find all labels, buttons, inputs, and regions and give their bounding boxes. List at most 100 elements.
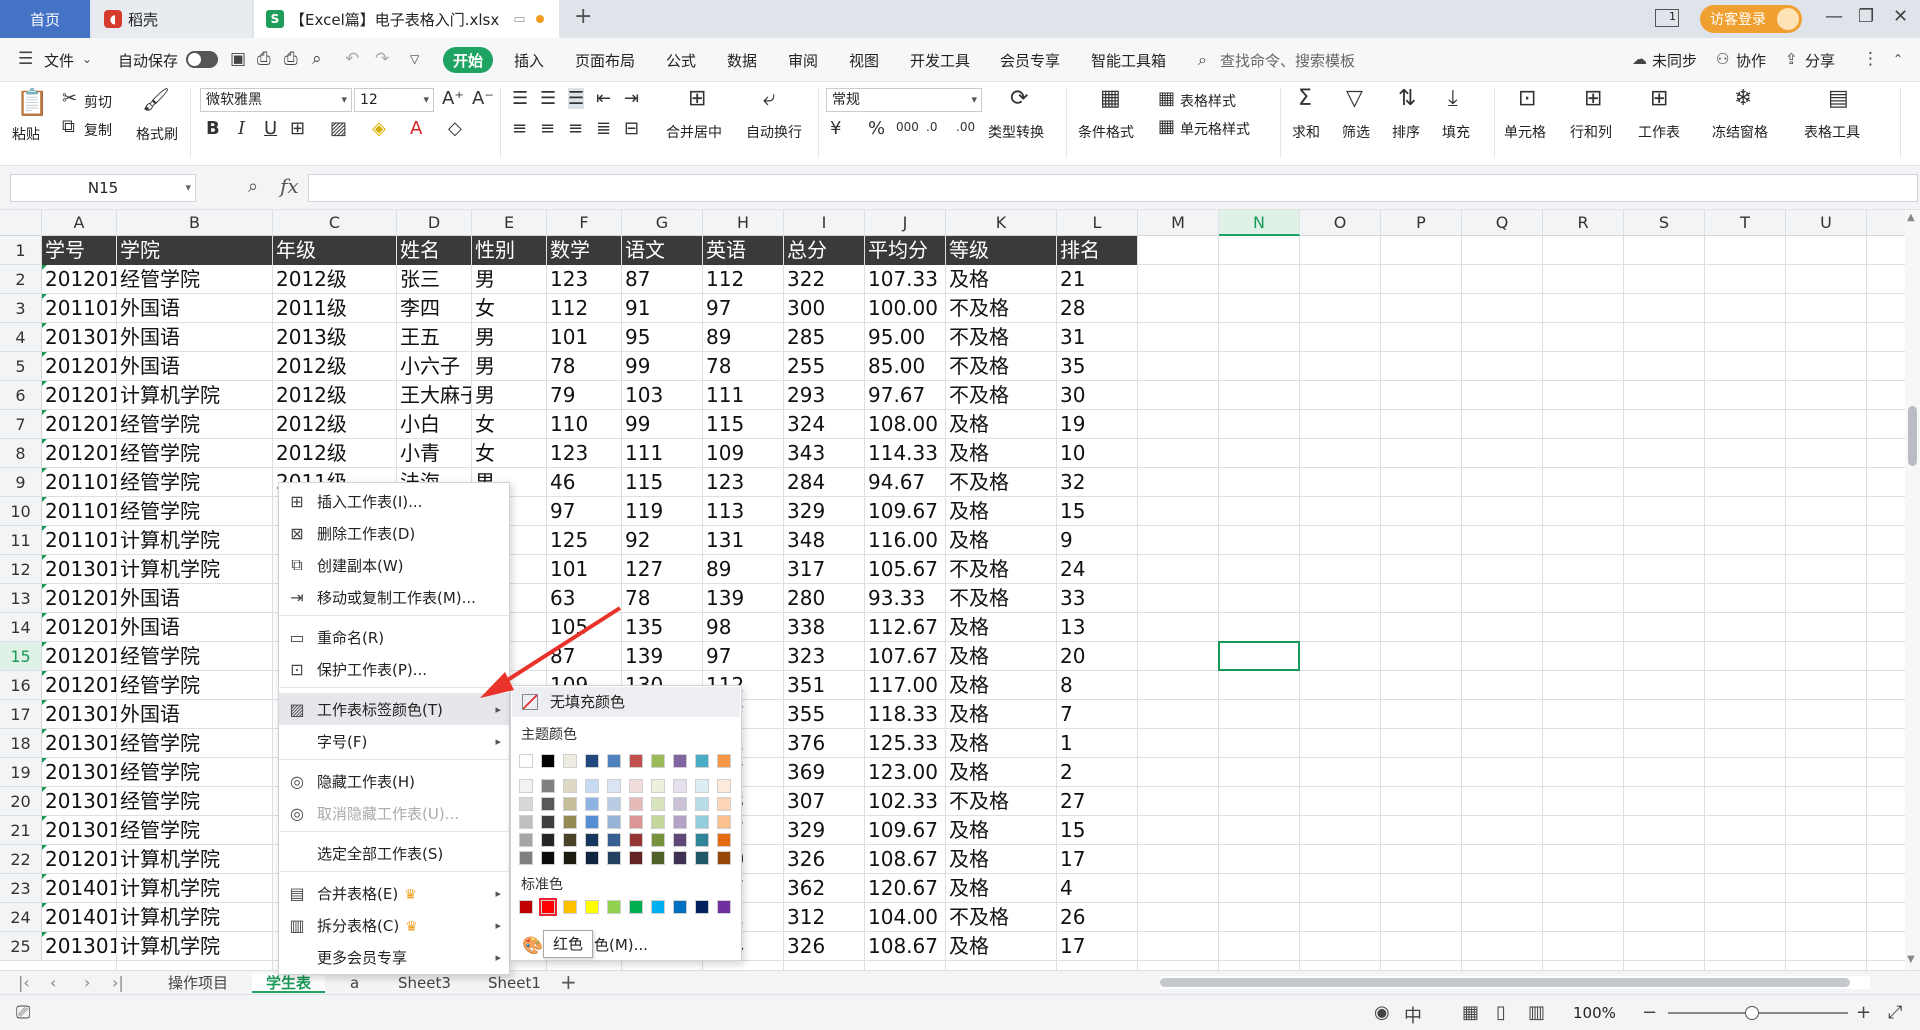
color-swatch[interactable] bbox=[695, 815, 709, 829]
command-search-input[interactable]: 查找命令、搜索模板 bbox=[1220, 50, 1355, 71]
tab-developer[interactable]: 开发工具 bbox=[910, 50, 970, 71]
table-cell[interactable]: 201201011004 bbox=[42, 352, 116, 381]
cell-icon[interactable]: ⊡ bbox=[1518, 86, 1536, 111]
table-cell[interactable]: 123.00 bbox=[865, 758, 945, 787]
table-cell[interactable]: 78 bbox=[703, 352, 783, 381]
table-cell[interactable]: 小青 bbox=[397, 439, 471, 468]
column-header-F[interactable]: F bbox=[547, 210, 622, 236]
table-cell[interactable]: 男 bbox=[472, 323, 546, 352]
conditional-format-icon[interactable]: ▦ bbox=[1100, 86, 1121, 111]
table-style-button[interactable]: 表格样式 bbox=[1180, 91, 1236, 111]
table-cell[interactable]: 男 bbox=[472, 352, 546, 381]
table-cell[interactable]: 97 bbox=[547, 497, 621, 526]
table-cell[interactable]: 经管学院 bbox=[117, 410, 272, 439]
table-cell[interactable]: 100.00 bbox=[865, 294, 945, 323]
color-swatch[interactable] bbox=[607, 851, 621, 865]
table-cell[interactable]: 94.67 bbox=[865, 468, 945, 497]
table-cell[interactable]: 255 bbox=[784, 352, 864, 381]
color-swatch[interactable] bbox=[717, 851, 731, 865]
column-header-C[interactable]: C bbox=[273, 210, 397, 236]
table-cell[interactable]: 85.00 bbox=[865, 352, 945, 381]
table-cell[interactable]: 285 bbox=[784, 323, 864, 352]
color-swatch[interactable] bbox=[541, 815, 555, 829]
table-cell[interactable]: 31 bbox=[1057, 323, 1137, 352]
table-cell[interactable]: 不及格 bbox=[946, 381, 1056, 410]
worksheet-icon[interactable]: ⊞ bbox=[1650, 86, 1668, 111]
table-cell[interactable]: 外国语 bbox=[117, 613, 272, 642]
zoom-in-icon[interactable]: + bbox=[1856, 1002, 1871, 1023]
table-cell[interactable]: 99 bbox=[622, 352, 702, 381]
tab-page-layout[interactable]: 页面布局 bbox=[575, 50, 635, 71]
no-fill-option[interactable]: 无填充颜色 bbox=[512, 687, 740, 717]
table-cell[interactable]: 外国语 bbox=[117, 352, 272, 381]
percent-icon[interactable]: % bbox=[868, 118, 885, 139]
table-cell[interactable]: 125.33 bbox=[865, 729, 945, 758]
header-cell[interactable]: 年级 bbox=[273, 236, 396, 265]
cut-button[interactable]: 剪切 bbox=[84, 92, 112, 112]
sum-icon[interactable]: Σ bbox=[1298, 86, 1312, 111]
table-cell[interactable]: 及格 bbox=[946, 874, 1056, 903]
color-swatch[interactable] bbox=[695, 779, 709, 793]
header-cell[interactable]: 总分 bbox=[784, 236, 864, 265]
color-swatch[interactable] bbox=[519, 851, 533, 865]
table-cell[interactable]: 112 bbox=[547, 294, 621, 323]
color-swatch[interactable] bbox=[673, 779, 687, 793]
context-menu-item[interactable]: ⧉ 创建副本(W) bbox=[279, 549, 509, 581]
table-cell[interactable]: 及格 bbox=[946, 932, 1056, 961]
context-menu-item[interactable]: 字号(F) ▸ bbox=[279, 725, 509, 757]
table-cell[interactable]: 不及格 bbox=[946, 352, 1056, 381]
table-cell[interactable]: 46 bbox=[547, 468, 621, 497]
table-cell[interactable]: 201101011002 bbox=[42, 294, 116, 323]
row-header-10[interactable]: 10 bbox=[0, 497, 42, 526]
close-window-icon[interactable]: ✕ bbox=[1893, 6, 1908, 27]
table-cell[interactable]: 王五 bbox=[397, 323, 471, 352]
column-header-S[interactable]: S bbox=[1624, 210, 1705, 236]
table-cell[interactable]: 324 bbox=[784, 410, 864, 439]
indent-decrease-icon[interactable]: ⇤ bbox=[596, 88, 611, 109]
color-swatch[interactable] bbox=[563, 797, 577, 811]
sheet-tab-a[interactable]: a bbox=[350, 973, 359, 993]
sync-button[interactable]: 未同步 bbox=[1652, 50, 1697, 71]
table-cell[interactable]: 33 bbox=[1057, 584, 1137, 613]
table-cell[interactable]: 115 bbox=[622, 468, 702, 497]
worksheet-button[interactable]: 工作表 bbox=[1638, 122, 1680, 142]
more-icon[interactable]: ⋮ bbox=[1862, 49, 1879, 69]
table-cell[interactable]: 不及格 bbox=[946, 584, 1056, 613]
color-swatch[interactable] bbox=[695, 754, 709, 768]
color-swatch[interactable] bbox=[585, 815, 599, 829]
table-cell[interactable]: 9 bbox=[1057, 526, 1137, 555]
tab-home[interactable]: 首页 bbox=[0, 0, 90, 38]
table-cell[interactable]: 78 bbox=[547, 352, 621, 381]
table-cell[interactable]: 127 bbox=[622, 555, 702, 584]
zoom-slider-knob[interactable] bbox=[1745, 1006, 1759, 1020]
table-cell[interactable]: 95.00 bbox=[865, 323, 945, 352]
color-swatch[interactable] bbox=[629, 833, 643, 847]
table-cell[interactable]: 及格 bbox=[946, 439, 1056, 468]
table-cell[interactable]: 109 bbox=[703, 439, 783, 468]
context-menu-item[interactable]: ▭ 重命名(R) bbox=[279, 621, 509, 653]
color-swatch[interactable] bbox=[717, 754, 731, 768]
color-swatch[interactable] bbox=[629, 754, 643, 768]
header-cell[interactable]: 平均分 bbox=[865, 236, 945, 265]
fill-icon[interactable]: ⤓ bbox=[1448, 86, 1458, 111]
table-cell[interactable]: 97 bbox=[703, 294, 783, 323]
table-cell[interactable]: 125 bbox=[547, 526, 621, 555]
table-cell[interactable]: 小六子 bbox=[397, 352, 471, 381]
table-cell[interactable]: 及格 bbox=[946, 265, 1056, 294]
row-header-1[interactable]: 1 bbox=[0, 236, 42, 265]
format-painter-icon[interactable]: 🖌 bbox=[142, 88, 170, 113]
header-cell[interactable]: 英语 bbox=[703, 236, 783, 265]
table-cell[interactable]: 355 bbox=[784, 700, 864, 729]
header-cell[interactable]: 排名 bbox=[1057, 236, 1137, 265]
column-header-A[interactable]: A bbox=[42, 210, 117, 236]
table-cell[interactable]: 2011级 bbox=[273, 294, 396, 323]
column-header-E[interactable]: E bbox=[472, 210, 547, 236]
freeze-button[interactable]: 冻结窗格 bbox=[1712, 122, 1768, 142]
scroll-down-icon[interactable]: ▼ bbox=[1907, 954, 1915, 965]
table-cell[interactable]: 135 bbox=[622, 613, 702, 642]
redo-icon[interactable]: ↷ bbox=[375, 49, 389, 69]
type-convert-button[interactable]: 类型转换 bbox=[988, 122, 1044, 142]
table-cell[interactable]: 329 bbox=[784, 497, 864, 526]
table-cell[interactable]: 201401011022 bbox=[42, 874, 116, 903]
column-header-K[interactable]: K bbox=[946, 210, 1057, 236]
